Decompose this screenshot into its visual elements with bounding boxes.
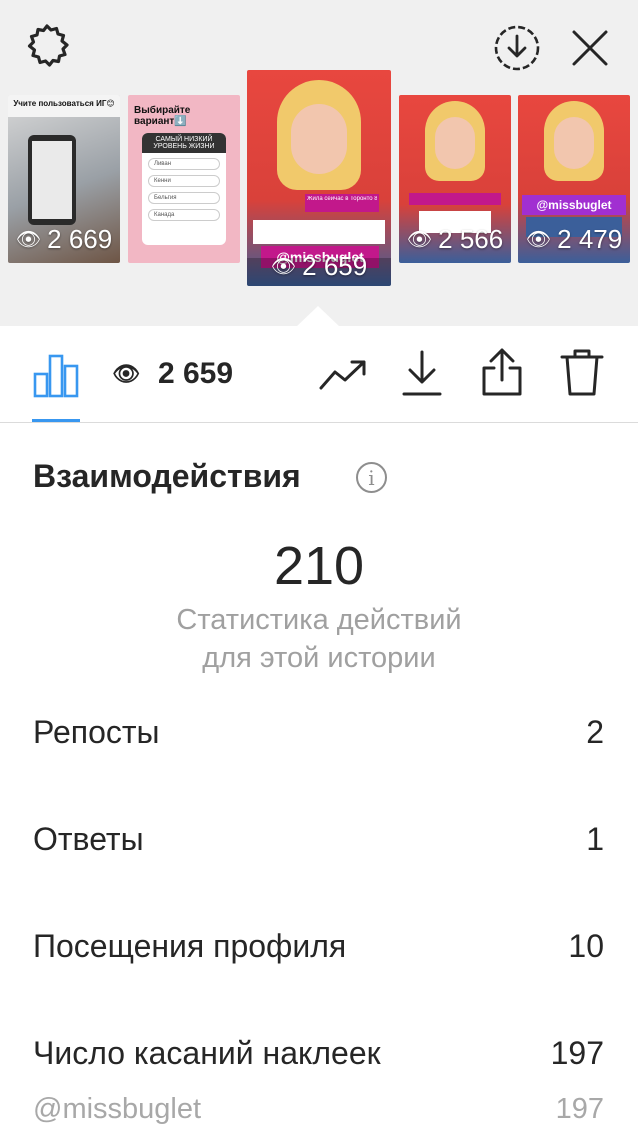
story-thumbnail-selected[interactable]: Жила сейчас в Торонто 8,5 лет @missbugle… bbox=[247, 70, 391, 286]
story-thumbnails: Учите пользоваться ИГ😊 👁 2 669 Выбирайте… bbox=[0, 70, 638, 290]
stat-value-reposts: 2 bbox=[586, 714, 604, 750]
bar-chart-icon bbox=[33, 354, 79, 398]
eye-icon: 👁 bbox=[525, 229, 552, 251]
selection-pointer bbox=[296, 306, 340, 327]
poll-sticker: САМЫЙ НИЗКИЙ УРОВЕНЬ ЖИЗНИ Ливан Кенни Б… bbox=[142, 133, 226, 245]
eye-icon: 👁 bbox=[270, 256, 297, 278]
eye-icon: 👁 bbox=[15, 229, 42, 251]
story-views: 👁 2 669 bbox=[8, 224, 120, 255]
poll-option: Бельгия bbox=[148, 192, 220, 204]
stat-label-sticker-taps: Число касаний наклеек bbox=[33, 1035, 381, 1071]
story-views-count: 2 479 bbox=[557, 224, 623, 254]
eye-icon: 👁 bbox=[406, 229, 433, 251]
tab-insights[interactable] bbox=[32, 350, 80, 398]
story-caption: Жила сейчас в Торонто 8,5 лет bbox=[307, 196, 377, 202]
story-views: 👁 2 566 bbox=[399, 224, 511, 255]
story-mention: @missbuglet bbox=[522, 195, 626, 215]
section-title: Взаимодействия bbox=[33, 458, 301, 494]
poll-title: САМЫЙ НИЗКИЙ УРОВЕНЬ ЖИЗНИ bbox=[142, 133, 226, 153]
poll-option: Кенни bbox=[148, 175, 220, 187]
stat-label-profile-visits: Посещения профиля bbox=[33, 928, 347, 964]
stat-value-sticker-taps: 197 bbox=[550, 1035, 604, 1071]
stat-label-mention: @missbuglet bbox=[33, 1093, 202, 1125]
stat-label-replies: Ответы bbox=[33, 821, 144, 857]
download-icon bbox=[402, 350, 442, 396]
views-summary: 👁 2 659 bbox=[112, 356, 233, 392]
save-button[interactable] bbox=[400, 348, 444, 398]
close-icon bbox=[572, 30, 608, 66]
stat-label-reposts: Репосты bbox=[33, 714, 160, 750]
stat-value-replies: 1 bbox=[586, 821, 604, 857]
story-thumbnail[interactable]: @missbuglet 👁 2 479 bbox=[518, 95, 630, 263]
interactions-subtitle-line1: Статистика действий bbox=[176, 604, 462, 636]
share-button[interactable] bbox=[478, 346, 526, 398]
download-circle-button[interactable] bbox=[493, 24, 541, 72]
promote-button[interactable] bbox=[318, 354, 368, 394]
stat-value-mention: 197 bbox=[555, 1093, 604, 1125]
story-views-count: 2 659 bbox=[302, 251, 368, 281]
info-icon[interactable]: i bbox=[356, 462, 387, 493]
close-button[interactable] bbox=[570, 28, 610, 68]
story-views: 👁 2 479 bbox=[518, 224, 630, 255]
story-caption: Учите пользоваться ИГ😊 bbox=[13, 99, 115, 108]
poll-option: Канада bbox=[148, 209, 220, 221]
gear-icon bbox=[27, 24, 69, 67]
download-circle-icon bbox=[494, 25, 540, 71]
active-tab-underline bbox=[32, 419, 80, 422]
story-views-count: 2 566 bbox=[438, 224, 504, 254]
story-caption: Выбирайте вариант⬇️ bbox=[134, 105, 191, 127]
poll-option: Ливан bbox=[148, 158, 220, 170]
delete-button[interactable] bbox=[558, 346, 606, 398]
story-views-count: 2 669 bbox=[47, 224, 113, 254]
story-preview-area: Учите пользоваться ИГ😊 👁 2 669 Выбирайте… bbox=[0, 0, 638, 326]
story-thumbnail[interactable]: Выбирайте вариант⬇️ САМЫЙ НИЗКИЙ УРОВЕНЬ… bbox=[128, 95, 240, 263]
story-thumbnail[interactable]: 👁 2 566 bbox=[399, 95, 511, 263]
interactions-total: 210 bbox=[273, 536, 365, 596]
story-thumbnail[interactable]: Учите пользоваться ИГ😊 👁 2 669 bbox=[8, 95, 120, 263]
trash-icon bbox=[560, 349, 604, 396]
insights-toolbar: 👁 2 659 bbox=[0, 326, 638, 423]
eye-icon: 👁 bbox=[112, 361, 140, 386]
stat-value-profile-visits: 10 bbox=[568, 928, 604, 964]
trending-up-icon bbox=[319, 360, 366, 390]
interactions-subtitle-line2: для этой истории bbox=[202, 642, 436, 674]
views-count: 2 659 bbox=[157, 357, 234, 390]
settings-button[interactable] bbox=[22, 22, 72, 72]
story-views: 👁 2 659 bbox=[247, 251, 391, 282]
share-icon bbox=[482, 348, 522, 396]
